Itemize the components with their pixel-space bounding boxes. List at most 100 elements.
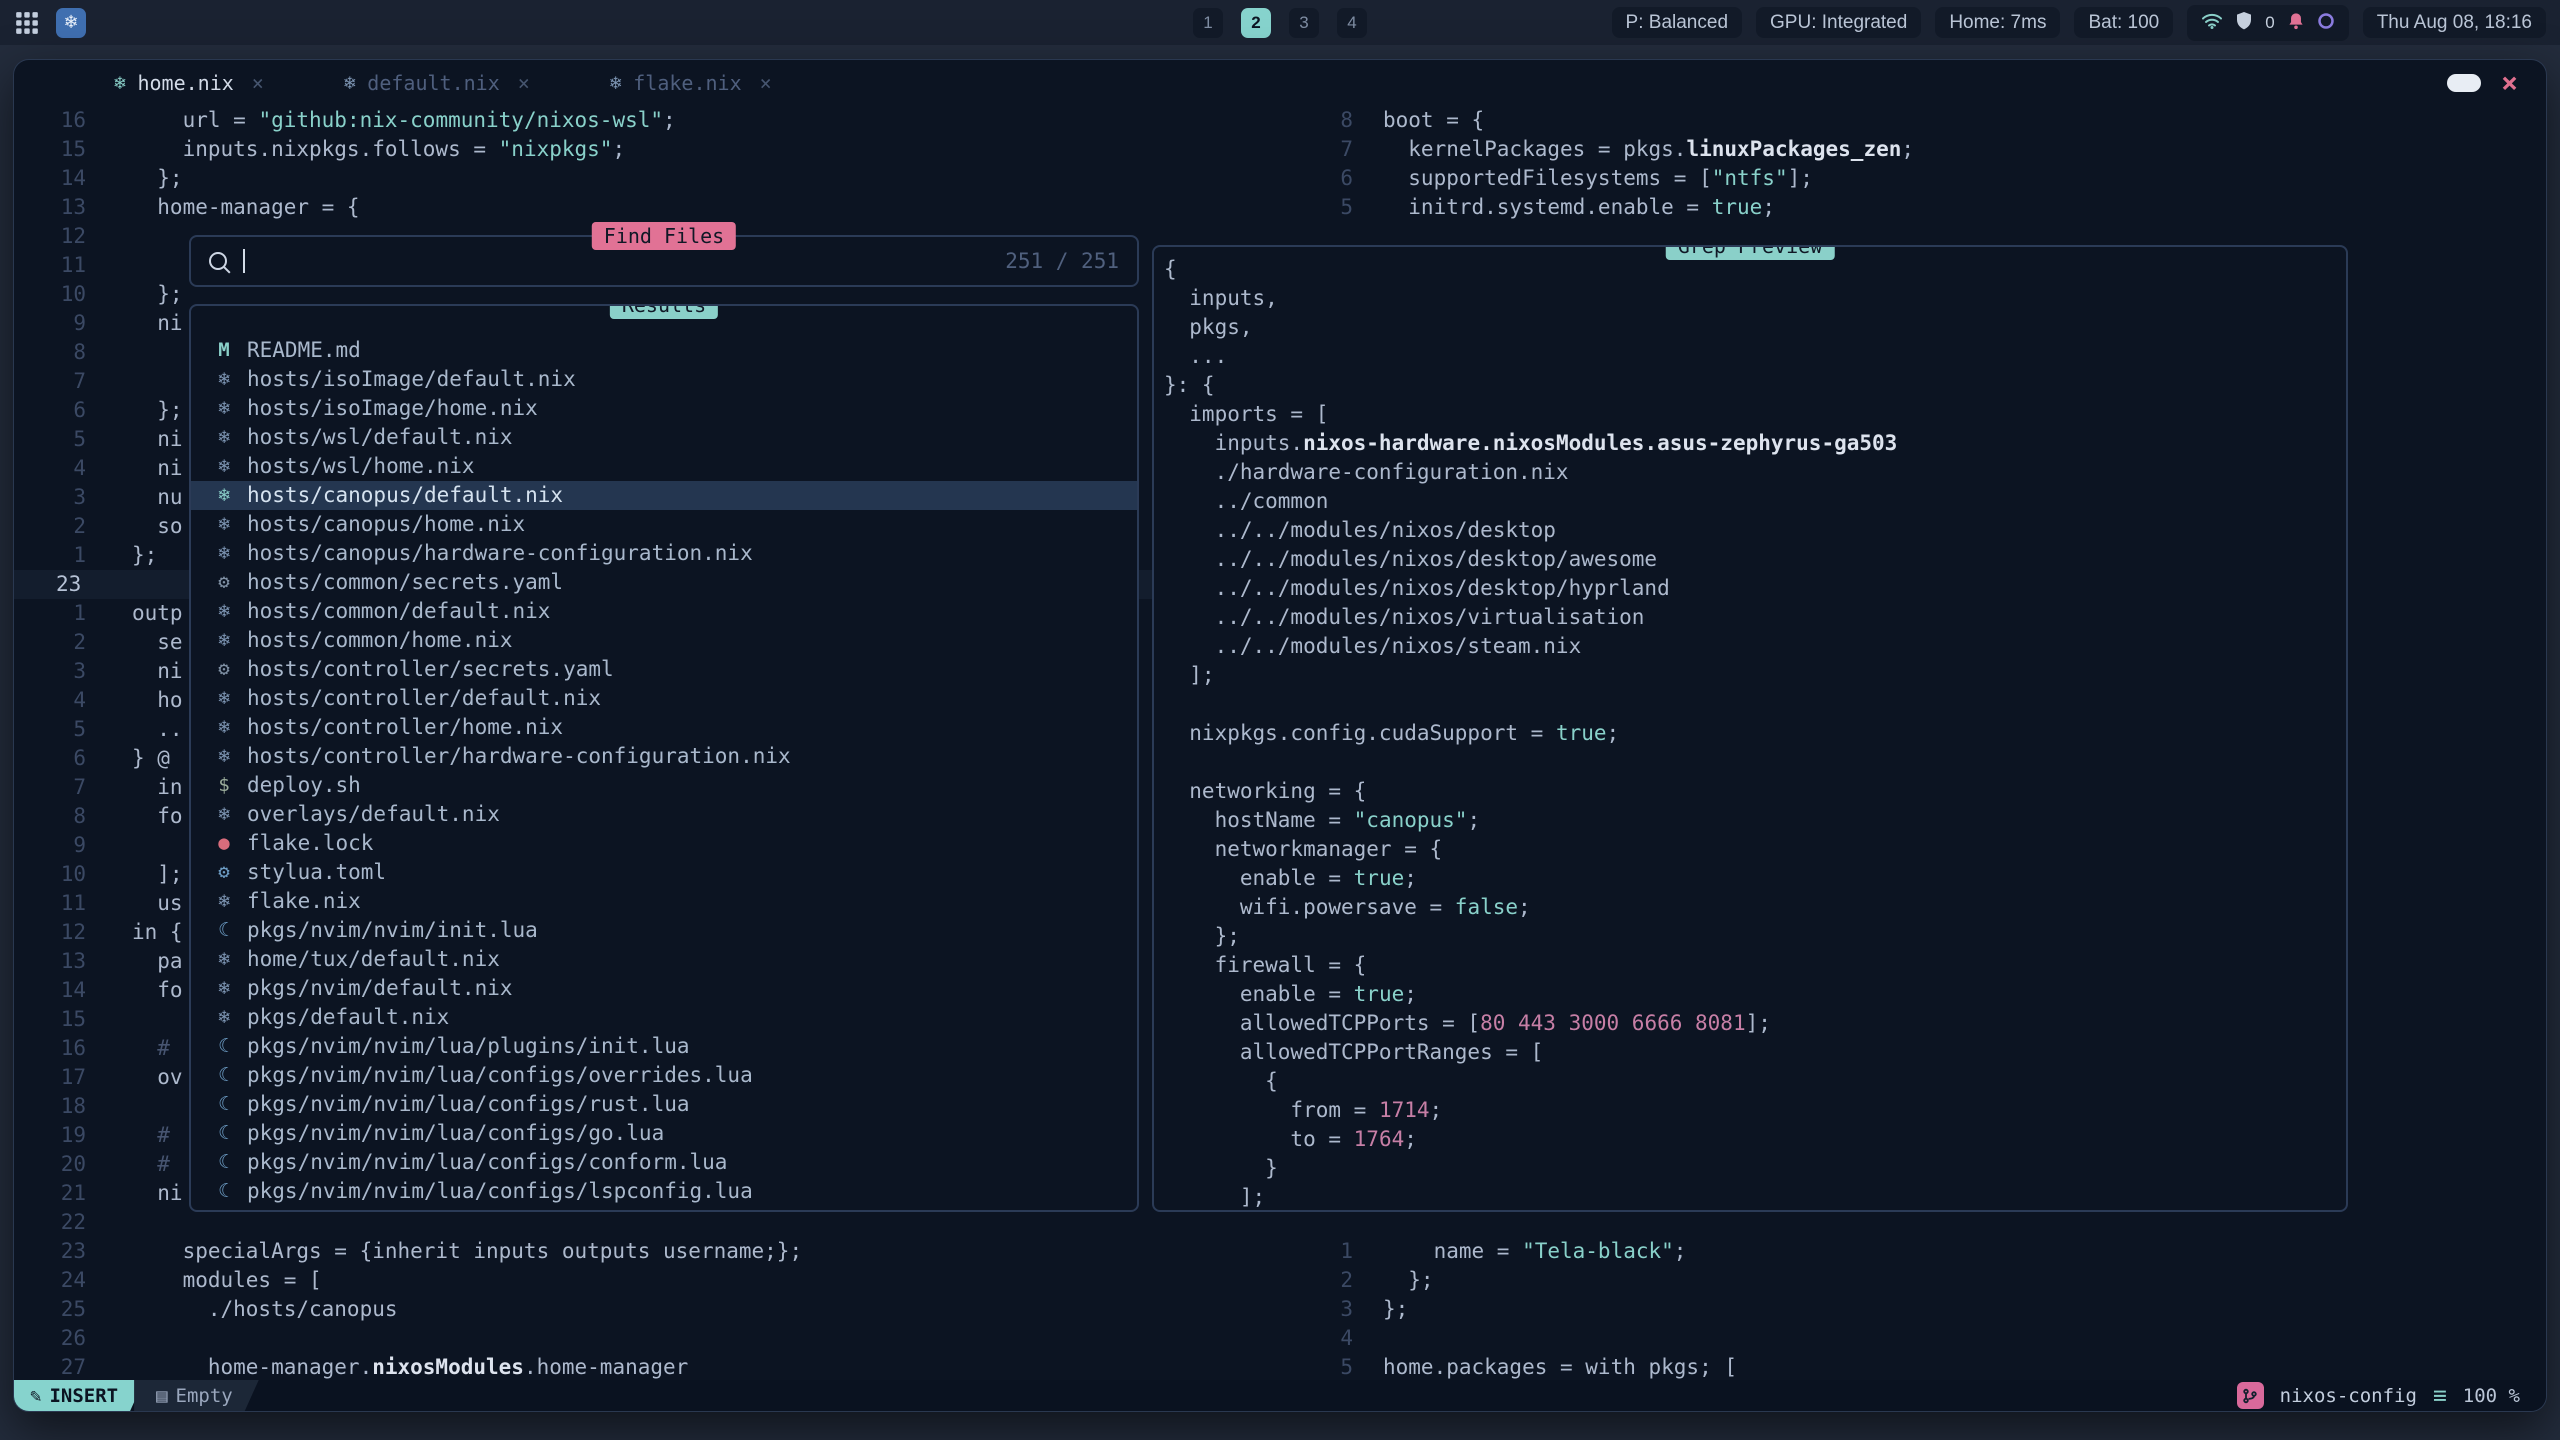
list-item[interactable]: ☾pkgs/nvim/nvim/lua/configs/conform.lua (191, 1148, 1137, 1177)
list-item[interactable]: ❄pkgs/nvim/default.nix (191, 974, 1137, 1003)
code-line[interactable]: 27 home-manager.nixosModules.home-manage… (14, 1353, 1331, 1382)
editor-pane-right-top[interactable]: 8boot = {7 kernelPackages = pkgs.linuxPa… (1294, 106, 2547, 222)
code-line[interactable]: 14 }; (14, 164, 1331, 193)
list-item[interactable]: ❄flake.nix (191, 887, 1137, 916)
status-badge: Home: 7ms (1935, 7, 2060, 38)
code-text: ../../modules/nixos/desktop/awesome (1164, 545, 1657, 574)
editor-pane-right-bottom[interactable]: 1 name = "Tela-black";2 };3};45home.pack… (1294, 1237, 2547, 1382)
code-line[interactable]: 13 home-manager = { (14, 193, 1331, 222)
line-number: 7 (1294, 135, 1353, 164)
shield-icon[interactable] (2235, 11, 2253, 35)
code-line[interactable]: 15 inputs.nixpkgs.follows = "nixpkgs"; (14, 135, 1331, 164)
list-item[interactable]: ●flake.lock (191, 829, 1137, 858)
indicator-icon[interactable] (2317, 12, 2335, 34)
line-number: 5 (1294, 193, 1353, 222)
list-item[interactable]: ❄hosts/isoImage/default.nix (191, 365, 1137, 394)
list-item[interactable]: ❄hosts/isoImage/home.nix (191, 394, 1137, 423)
list-item[interactable]: ❄hosts/common/home.nix (191, 626, 1137, 655)
code-line[interactable]: 4 (1294, 1324, 2547, 1353)
code-line[interactable]: 5home.packages = with pkgs; [ (1294, 1353, 2547, 1382)
list-item[interactable]: ❄hosts/controller/home.nix (191, 713, 1137, 742)
lua-icon: ☾ (207, 1177, 241, 1206)
list-item[interactable]: ❄hosts/canopus/hardware-configuration.ni… (191, 539, 1137, 568)
tab-home.nix[interactable]: ❄home.nix× (74, 60, 304, 106)
window-close-button[interactable]: × (2501, 69, 2518, 97)
window-pill-button[interactable] (2447, 74, 2481, 92)
code-text: }; (1353, 1295, 1408, 1324)
list-item[interactable]: ❄overlays/default.nix (191, 800, 1137, 829)
workspace-button-1[interactable]: 1 (1193, 8, 1223, 38)
line-number: 4 (14, 686, 86, 715)
list-item[interactable]: ❄hosts/wsl/default.nix (191, 423, 1137, 452)
line-number: 23 (14, 1237, 86, 1266)
app-launcher-icon[interactable] (14, 10, 40, 36)
list-item[interactable]: ❄pkgs/default.nix (191, 1003, 1137, 1032)
status-badge: Bat: 100 (2074, 7, 2173, 38)
nix-icon: ❄ (207, 684, 241, 713)
tabs: ❄home.nix×❄default.nix×❄flake.nix× (74, 60, 812, 106)
list-item[interactable]: ❄hosts/canopus/home.nix (191, 510, 1137, 539)
line-number: 7 (14, 367, 86, 396)
notification-count: 0 (2265, 14, 2274, 31)
list-item[interactable]: MREADME.md (191, 336, 1137, 365)
close-icon[interactable]: × (518, 71, 530, 95)
code-line[interactable]: 1 name = "Tela-black"; (1294, 1237, 2547, 1266)
code-line[interactable]: 2 }; (1294, 1266, 2547, 1295)
code-line[interactable]: 22 (14, 1208, 1331, 1237)
find-files-input[interactable]: Find Files 251 / 251 (189, 235, 1139, 287)
tab-default.nix[interactable]: ❄default.nix× (304, 60, 570, 106)
list-item[interactable]: ❄hosts/canopus/default.nix (191, 481, 1137, 510)
list-item[interactable]: ❄hosts/controller/default.nix (191, 684, 1137, 713)
code-line[interactable]: 5 initrd.systemd.enable = true; (1294, 193, 2547, 222)
code-text: networking = { (1164, 777, 1366, 806)
code-line[interactable]: 16 url = "github:nix-community/nixos-wsl… (14, 106, 1331, 135)
list-item[interactable]: ❄hosts/controller/hardware-configuration… (191, 742, 1137, 771)
list-item[interactable]: ☾pkgs/nvim/nvim/init.lua (191, 916, 1137, 945)
code-text: allowedTCPPortRanges = [ (1164, 1038, 1543, 1067)
code-line[interactable]: 24 modules = [ (14, 1266, 1331, 1295)
workspace-button-3[interactable]: 3 (1289, 8, 1319, 38)
code-line[interactable]: 26 (14, 1324, 1331, 1353)
code-text: allowedTCPPorts = [80 443 3000 6666 8081… (1164, 1009, 1771, 1038)
code-text: ]; (86, 860, 183, 889)
wifi-icon[interactable] (2201, 11, 2223, 34)
bell-icon[interactable] (2287, 11, 2305, 35)
close-icon[interactable]: × (760, 71, 772, 95)
list-item[interactable]: ☾pkgs/nvim/nvim/lua/configs/lspconfig.lu… (191, 1177, 1137, 1206)
line-number: 6 (14, 396, 86, 425)
code-line[interactable]: 3}; (1294, 1295, 2547, 1324)
list-item[interactable]: ☾pkgs/nvim/nvim/lua/configs/go.lua (191, 1119, 1137, 1148)
find-files-title: Find Files (592, 222, 736, 250)
code-line: nixpkgs.config.cudaSupport = true; (1164, 719, 2346, 748)
code-text (86, 251, 132, 280)
code-line[interactable]: 8boot = { (1294, 106, 2547, 135)
list-item[interactable]: ⚙hosts/common/secrets.yaml (191, 568, 1137, 597)
list-item[interactable]: ❄home/tux/default.nix (191, 945, 1137, 974)
file-name: hosts/controller/default.nix (247, 684, 601, 713)
line-number: 11 (14, 889, 86, 918)
yaml-icon: ⚙ (207, 655, 241, 684)
close-icon[interactable]: × (252, 71, 264, 95)
nix-icon: ❄ (207, 713, 241, 742)
list-item[interactable]: ☾pkgs/nvim/nvim/lua/configs/overrides.lu… (191, 1061, 1137, 1090)
file-name: stylua.toml (247, 858, 386, 887)
list-item[interactable]: ☾pkgs/nvim/nvim/lua/configs/rust.lua (191, 1090, 1137, 1119)
list-item[interactable]: $deploy.sh (191, 771, 1137, 800)
code-line[interactable]: 25 ./hosts/canopus (14, 1295, 1331, 1324)
code-line[interactable]: 7 kernelPackages = pkgs.linuxPackages_ze… (1294, 135, 2547, 164)
grep-preview-panel: Grep Preview { inputs, pkgs, ...}: { imp… (1152, 245, 2348, 1212)
tab-flake.nix[interactable]: ❄flake.nix× (570, 60, 812, 106)
nixos-logo-icon[interactable]: ❄ (56, 8, 86, 38)
list-item[interactable]: ☾pkgs/nvim/nvim/lua/plugins/init.lua (191, 1032, 1137, 1061)
workspace-button-4[interactable]: 4 (1337, 8, 1367, 38)
list-item[interactable]: ❄hosts/common/default.nix (191, 597, 1137, 626)
list-item[interactable]: ⚙hosts/controller/secrets.yaml (191, 655, 1137, 684)
code-line[interactable]: 6 supportedFilesystems = ["ntfs"]; (1294, 164, 2547, 193)
code-line[interactable]: 23 specialArgs = {inherit inputs outputs… (14, 1237, 1331, 1266)
list-item[interactable]: ⚙stylua.toml (191, 858, 1137, 887)
list-item[interactable]: ❄hosts/wsl/home.nix (191, 452, 1137, 481)
line-number: 9 (14, 309, 86, 338)
code-text: hostName = "canopus"; (1164, 806, 1480, 835)
workspace-button-2[interactable]: 2 (1241, 8, 1271, 38)
line-number: 26 (14, 1324, 86, 1353)
